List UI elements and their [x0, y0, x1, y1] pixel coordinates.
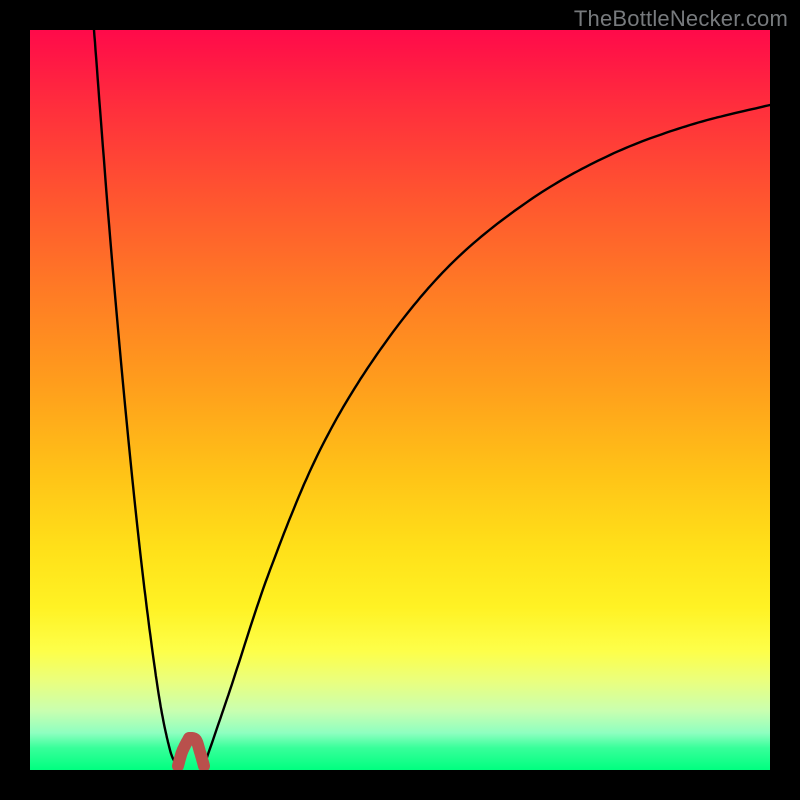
watermark-text: TheBottleNecker.com [574, 6, 788, 32]
curve-left-branch [94, 30, 178, 766]
chart-plot-area [30, 30, 770, 770]
chart-svg [30, 30, 770, 770]
curve-right-branch [204, 105, 770, 766]
curve-minimum-bump [178, 738, 204, 766]
curve-group [94, 30, 770, 766]
chart-frame: TheBottleNecker.com [0, 0, 800, 800]
